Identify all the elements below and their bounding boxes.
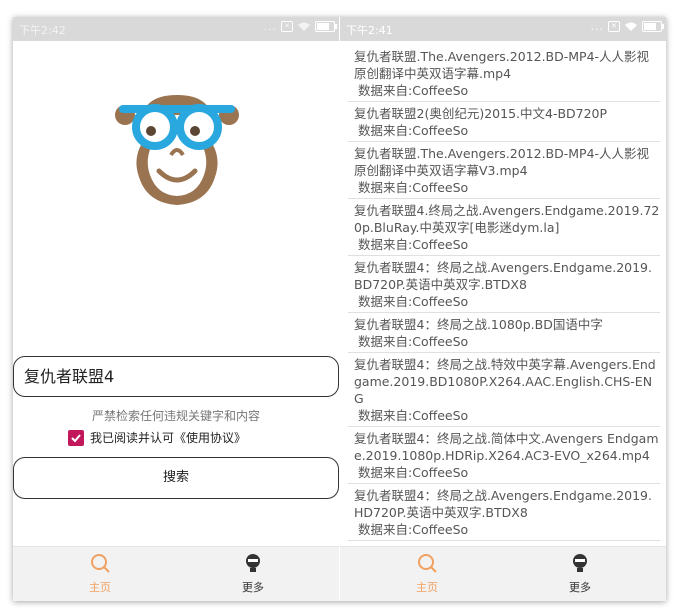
results-screen: 下午2:41 ... ✕ 复仇者联盟.The.Avengers.2012.BD-… [340, 17, 666, 601]
tab-home[interactable]: 主页 [397, 551, 457, 595]
tab-bar: 主页 更多 [13, 546, 339, 601]
tab-more-label: 更多 [569, 581, 591, 594]
robot-icon [573, 554, 587, 572]
result-source: 数据来自:CoffeeSo [358, 180, 469, 195]
check-icon [71, 433, 81, 442]
wifi-icon [298, 22, 310, 31]
search-button[interactable]: 搜索 [13, 457, 339, 499]
result-item[interactable]: 复仇者联盟2(奥创纪元)2015.中文4-BD720P 数据来自:CoffeeSo [348, 102, 660, 142]
result-title: 复仇者联盟4：终局之战.Avengers.Endgame.2019.BD720P… [354, 260, 652, 292]
sim-icon: ✕ [281, 21, 293, 32]
tab-home[interactable]: 主页 [70, 551, 130, 595]
search-icon [91, 554, 110, 573]
result-title: 复仇者联盟.The.Avengers.2012.BD-MP4-人人影视原创翻译中… [354, 146, 650, 178]
result-source: 数据来自:CoffeeSo [358, 123, 469, 138]
search-icon [418, 554, 437, 573]
search-notice: 严禁检索任何违规关键字和内容 [91, 409, 260, 423]
status-time: 下午2:41 [346, 24, 393, 37]
result-item[interactable]: 复仇者联盟4：终局之战.Avengers.Endgame.2019.HD720P… [348, 484, 660, 541]
result-source: 数据来自:CoffeeSo [358, 408, 469, 423]
result-title: 复仇者联盟4：终局之战.简体中文.Avengers Endgame.2019.1… [354, 431, 659, 463]
tab-home-label: 主页 [89, 581, 111, 594]
status-bar: 下午2:41 ... ✕ [340, 17, 666, 41]
agreement-row[interactable]: 我已阅读并认可《使用协议》 [68, 429, 246, 446]
result-title: 复仇者联盟4.终局之战.Avengers.Endgame.2019.720p.B… [354, 203, 660, 235]
tab-home-label: 主页 [416, 581, 438, 594]
sim-icon: ✕ [608, 21, 620, 32]
more-dots-icon: ... [590, 20, 604, 33]
screenshot-pair: 下午2:42 ... ✕ 复仇者联盟4 严禁检索任何违规关键字和内容 我已阅读并… [13, 17, 666, 601]
result-item[interactable]: 复仇者联盟.The.Avengers.2012.BD-MP4-人人影视原创翻译中… [348, 45, 660, 102]
result-title: 复仇者联盟2(奥创纪元)2015.中文4-BD720P [354, 106, 608, 121]
monkey-logo [115, 95, 239, 205]
result-source: 数据来自:CoffeeSo [358, 83, 469, 98]
result-source: 数据来自:CoffeeSo [358, 465, 469, 480]
wifi-icon [625, 22, 637, 31]
agreement-checkbox[interactable] [68, 429, 84, 446]
battery-icon [315, 21, 337, 32]
tab-more[interactable]: 更多 [223, 551, 283, 595]
tab-more[interactable]: 更多 [550, 551, 610, 595]
robot-icon [246, 554, 260, 572]
more-dots-icon: ... [263, 20, 277, 33]
result-item[interactable]: 复仇者联盟.The.Avengers.2012.BD-MP4-人人影视原创翻译中… [348, 142, 660, 199]
result-item[interactable]: 复仇者联盟4：终局之战.简体中文.Avengers Endgame.2019.1… [348, 427, 660, 484]
result-source: 数据来自:CoffeeSo [358, 294, 469, 309]
result-title: 复仇者联盟4：终局之战.Avengers.Endgame.2019.HD720P… [354, 488, 652, 520]
status-time: 下午2:42 [19, 24, 66, 37]
agreement-label[interactable]: 我已阅读并认可《使用协议》 [90, 429, 246, 446]
battery-icon [642, 21, 664, 32]
result-item[interactable]: 复仇者联盟4：终局之战.特效中英字幕.Avengers.Endgame.2019… [348, 353, 660, 427]
tab-more-label: 更多 [242, 581, 264, 594]
status-bar: 下午2:42 ... ✕ [13, 17, 339, 41]
tab-bar: 主页 更多 [340, 546, 666, 601]
result-source: 数据来自:CoffeeSo [358, 334, 469, 349]
search-screen: 下午2:42 ... ✕ 复仇者联盟4 严禁检索任何违规关键字和内容 我已阅读并… [13, 17, 339, 601]
result-item[interactable]: 复仇者联盟4.终局之战.Avengers.Endgame.2019.720p.B… [348, 199, 660, 256]
result-source: 数据来自:CoffeeSo [358, 522, 469, 537]
results-list: 复仇者联盟.The.Avengers.2012.BD-MP4-人人影视原创翻译中… [348, 45, 660, 581]
result-source: 数据来自:CoffeeSo [358, 237, 469, 252]
search-input[interactable]: 复仇者联盟4 [13, 356, 339, 397]
result-item[interactable]: 复仇者联盟4：终局之战.1080p.BD国语中字数据来自:CoffeeSo [348, 313, 660, 353]
result-title: 复仇者联盟4：终局之战.1080p.BD国语中字 [354, 317, 603, 332]
status-icons: ... ✕ [263, 20, 337, 33]
status-icons: ... ✕ [590, 20, 664, 33]
result-item[interactable]: 复仇者联盟4：终局之战.Avengers.Endgame.2019.BD720P… [348, 256, 660, 313]
result-title: 复仇者联盟.The.Avengers.2012.BD-MP4-人人影视原创翻译中… [354, 49, 650, 81]
result-title: 复仇者联盟4：终局之战.特效中英字幕.Avengers.Endgame.2019… [354, 357, 656, 406]
